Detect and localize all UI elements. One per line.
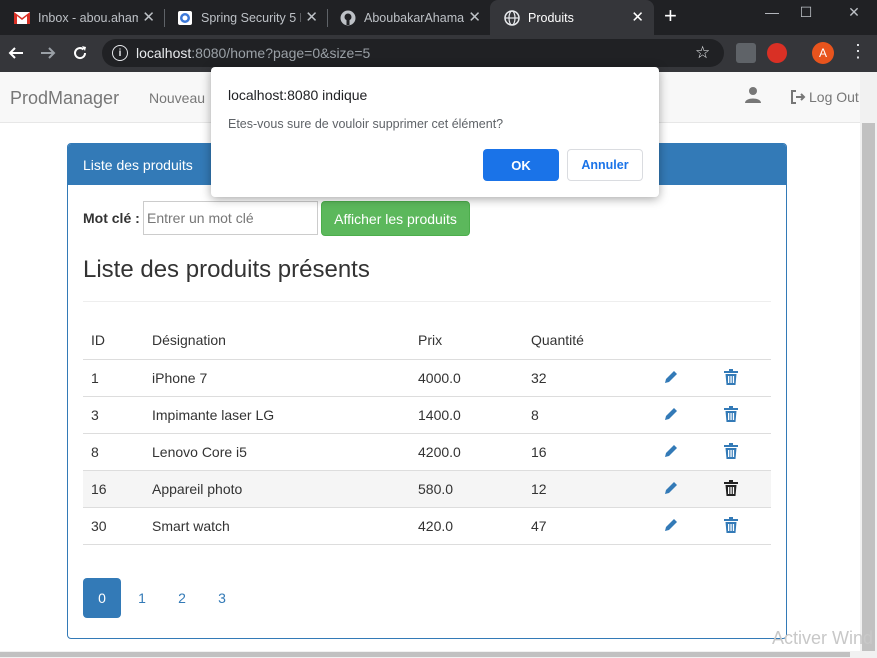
dialog-message: Etes-vous sure de vouloir supprimer cet … <box>228 117 504 131</box>
browser-tab-spring[interactable]: Spring Security 5 L ✕ <box>163 0 328 35</box>
edit-pencil-icon[interactable] <box>661 404 681 424</box>
tab-title: Spring Security 5 L <box>201 10 301 25</box>
github-icon <box>340 10 356 26</box>
pagination: 0 1 2 3 <box>83 578 243 618</box>
gmail-icon <box>14 10 30 26</box>
list-title: Liste des produits présents <box>83 256 370 283</box>
delete-trash-icon[interactable] <box>721 478 741 498</box>
edit-pencil-icon[interactable] <box>661 515 681 535</box>
page-link-0[interactable]: 0 <box>83 578 121 618</box>
reload-icon[interactable] <box>68 41 92 65</box>
close-tab-icon[interactable]: ✕ <box>305 10 318 25</box>
cell-prix: 1400.0 <box>410 396 523 434</box>
bookmark-star-icon[interactable]: ☆ <box>695 43 710 63</box>
tab-title: AboubakarAhama <box>364 10 464 25</box>
adblock-icon[interactable] <box>767 43 787 63</box>
cell-designation: Appareil photo <box>144 470 410 508</box>
divider <box>83 301 771 302</box>
show-products-button[interactable]: Afficher les produits <box>321 201 470 236</box>
cell-quantite: 8 <box>523 396 653 434</box>
browser-tab-gmail[interactable]: Inbox - abou.aham ✕ <box>0 0 165 35</box>
browser-tab-strip: Inbox - abou.aham ✕ Spring Security 5 L … <box>0 0 877 35</box>
edit-pencil-icon[interactable] <box>661 478 681 498</box>
brand-logo[interactable]: ProdManager <box>10 88 119 109</box>
cell-id: 30 <box>83 507 144 545</box>
delete-trash-icon[interactable] <box>721 441 741 461</box>
table-row: 8 Lenovo Core i5 4200.0 16 <box>83 433 771 471</box>
cell-quantite: 32 <box>523 359 653 397</box>
globe-icon <box>504 9 520 26</box>
window-close-icon[interactable]: ✕ <box>834 0 874 24</box>
cell-prix: 4200.0 <box>410 433 523 471</box>
page-link-2[interactable]: 2 <box>163 578 201 618</box>
cell-quantite: 47 <box>523 507 653 545</box>
edit-pencil-icon[interactable] <box>661 441 681 461</box>
search-label: Mot clé : <box>83 210 140 226</box>
confirm-dialog: localhost:8080 indique Etes-vous sure de… <box>211 67 659 197</box>
delete-trash-icon[interactable] <box>721 367 741 387</box>
maximize-icon[interactable]: ☐ <box>786 0 826 24</box>
nav-link-new[interactable]: Nouveau <box>149 90 205 106</box>
cell-prix: 580.0 <box>410 470 523 508</box>
cell-id: 3 <box>83 396 144 434</box>
ok-button[interactable]: OK <box>483 149 559 181</box>
close-tab-icon[interactable]: ✕ <box>142 10 155 25</box>
menu-kebab-icon[interactable]: ⋮ <box>849 41 867 62</box>
windows-activation-watermark: Activer Wind <box>772 628 874 648</box>
cell-quantite: 12 <box>523 470 653 508</box>
cell-designation: Impimante laser LG <box>144 396 410 434</box>
user-icon[interactable] <box>744 86 762 107</box>
products-panel: Liste des produits Mot clé : Afficher le… <box>67 143 787 639</box>
delete-trash-icon[interactable] <box>721 404 741 424</box>
back-icon[interactable] <box>4 41 28 65</box>
table-row: 3 Impimante laser LG 1400.0 8 <box>83 396 771 434</box>
column-header-designation: Désignation <box>144 322 410 360</box>
logout-icon <box>791 90 806 104</box>
cell-quantite: 16 <box>523 433 653 471</box>
cancel-button[interactable]: Annuler <box>567 149 643 181</box>
cell-prix: 420.0 <box>410 507 523 545</box>
browser-tab-produits[interactable]: Produits ✕ <box>490 0 654 35</box>
address-bar[interactable]: i localhost:8080/home?page=0&size=5 <box>102 39 724 67</box>
page-link-3[interactable]: 3 <box>203 578 241 618</box>
new-tab-icon[interactable]: + <box>664 5 677 27</box>
cell-id: 16 <box>83 470 144 508</box>
browser-tab-github[interactable]: AboubakarAhama ✕ <box>326 0 491 35</box>
column-header-prix: Prix <box>410 322 523 360</box>
page-link-1[interactable]: 1 <box>123 578 161 618</box>
tab-title: Inbox - abou.aham <box>38 10 138 25</box>
close-tab-icon[interactable]: ✕ <box>468 10 481 25</box>
delete-trash-icon[interactable] <box>721 515 741 535</box>
table-header-row: ID Désignation Prix Quantité <box>83 322 771 360</box>
logout-link[interactable]: Log Out <box>790 89 859 105</box>
column-header-delete <box>713 322 771 360</box>
logout-label: Log Out <box>809 89 859 105</box>
close-tab-icon[interactable]: ✕ <box>631 10 644 25</box>
tab-title: Produits <box>528 10 574 25</box>
column-header-edit <box>653 322 713 360</box>
spring-page-icon <box>177 10 193 26</box>
horizontal-scrollbar-thumb[interactable] <box>0 652 850 657</box>
cell-designation: iPhone 7 <box>144 359 410 397</box>
column-header-quantite: Quantité <box>523 322 653 360</box>
forward-icon[interactable] <box>36 41 60 65</box>
table-row: 30 Smart watch 420.0 47 <box>83 507 771 545</box>
profile-avatar[interactable]: A <box>812 42 834 64</box>
cell-id: 8 <box>83 433 144 471</box>
table-row: 1 iPhone 7 4000.0 32 <box>83 359 771 397</box>
cell-id: 1 <box>83 359 144 397</box>
table-row: 16 Appareil photo 580.0 12 <box>83 470 771 508</box>
cell-prix: 4000.0 <box>410 359 523 397</box>
edit-pencil-icon[interactable] <box>661 367 681 387</box>
url-text: localhost:8080/home?page=0&size=5 <box>136 45 371 61</box>
products-table: ID Désignation Prix Quantité 1 iPhone 7 … <box>83 322 771 545</box>
column-header-id: ID <box>83 322 144 360</box>
info-icon[interactable]: i <box>112 45 128 61</box>
search-input[interactable] <box>143 201 318 235</box>
dialog-title: localhost:8080 indique <box>228 87 368 103</box>
cell-designation: Smart watch <box>144 507 410 545</box>
vertical-scrollbar-thumb[interactable] <box>862 123 875 651</box>
cell-designation: Lenovo Core i5 <box>144 433 410 471</box>
extension-icon[interactable] <box>736 43 756 63</box>
